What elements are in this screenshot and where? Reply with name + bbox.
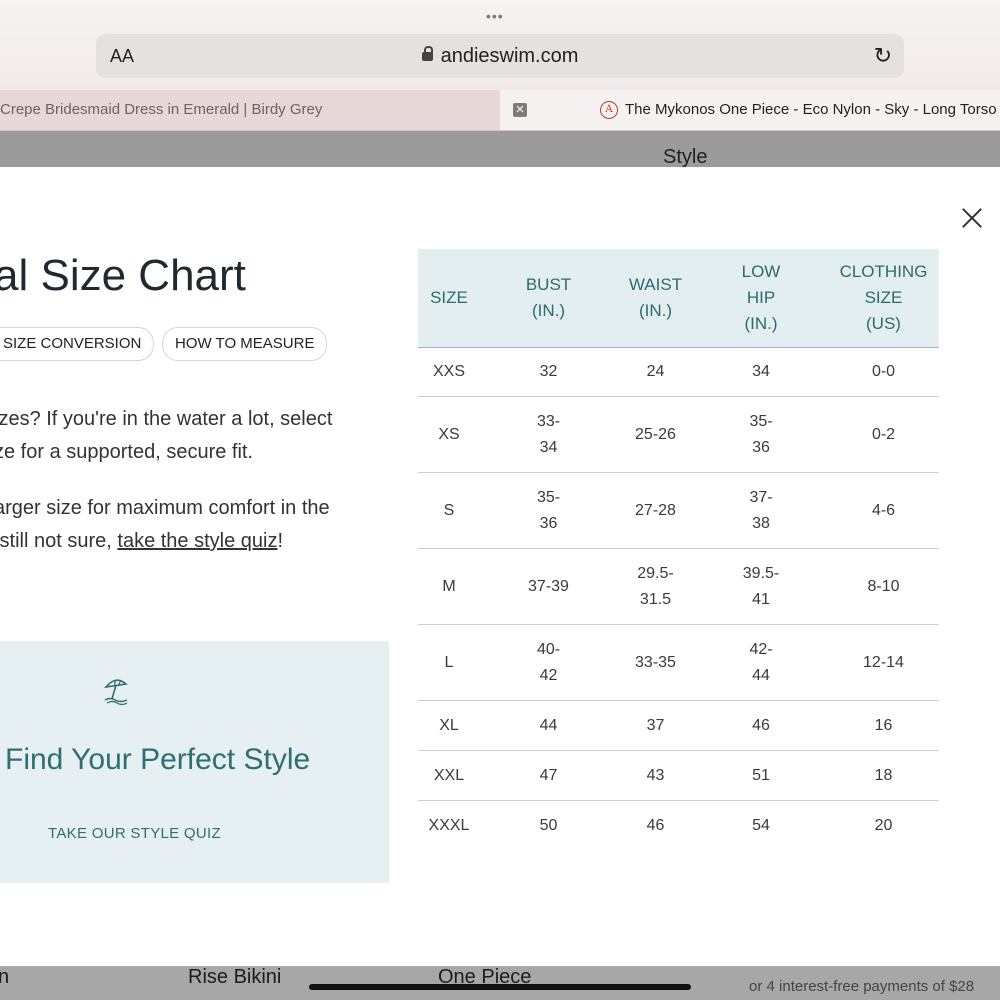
url-display[interactable]: andieswim.com [96,45,904,68]
cell-waist: 27-28 [617,472,694,549]
cell-clothing: 16 [828,700,939,751]
installments-text: or 4 interest-free payments of $28 [749,978,975,995]
screen: ••• AA andieswim.com ↻ Crepe Bridesmaid … [0,0,1000,1000]
lock-icon [421,46,433,61]
table-row: S 35- 36 27-28 37- 38 4-6 [418,472,939,549]
cell-hip: 42- 44 [694,624,828,701]
cell-waist: 46 [646,817,665,834]
reload-icon[interactable]: ↻ [874,43,892,69]
tab-title: The Mykonos One Piece - Eco Nylon - Sky … [625,101,997,118]
cell-bust: 50 [539,817,558,834]
cell-hip: 51 [694,750,828,801]
cell-clothing: 0-2 [828,396,939,473]
beach-umbrella-icon [104,679,128,705]
table-row: XXL 47 43 51 18 [418,750,939,801]
cell-bust: 33- 34 [480,396,617,473]
cell-clothing: 12-14 [828,624,939,701]
table-header-row: SIZE BUST (IN.) WAIST (IN.) LOW HIP (IN.… [418,249,939,348]
cell-size: S [418,472,480,549]
cell-waist: 29.5- 31.5 [617,548,694,625]
header-size: SIZE [418,249,480,348]
cell-bust: 47 [480,750,617,801]
cell-bust: 35- 36 [480,472,617,549]
fit-advice-paragraph-2: arger size for maximum comfort in the st… [0,492,330,558]
modal-title: al Size Chart [0,251,246,300]
home-indicator[interactable] [309,984,691,990]
cell-hip: 35- 36 [694,396,828,473]
product-label[interactable]: n [0,966,9,989]
cell-clothing: 8-10 [828,548,939,625]
cell-bust: 40- 42 [480,624,617,701]
cell-waist: 33-35 [617,624,694,701]
promo-title: Find Your Perfect Style [5,743,311,776]
tab-birdy-grey[interactable]: Crepe Bridesmaid Dress in Emerald | Bird… [0,90,500,130]
cell-waist: 37 [617,700,694,751]
cell-size: XXL [418,750,480,801]
cell-hip: 34 [694,347,828,397]
header-waist: WAIST (IN.) [617,249,694,348]
cell-waist: 24 [617,347,694,397]
paragraph-line: still not sure, take the style quiz! [0,525,330,558]
cell-clothing: 18 [828,750,939,801]
paragraph-line: ze for a supported, secure fit. [0,441,254,463]
style-quiz-link[interactable]: take the style quiz [117,530,277,552]
how-to-measure-button[interactable]: HOW TO MEASURE [162,327,328,361]
tab-title: Crepe Bridesmaid Dress in Emerald | Bird… [0,101,323,118]
cell-hip: 39.5- 41 [694,548,828,625]
cell-hip: 46 [694,700,828,751]
cell-hip: 54 [752,817,770,834]
style-quiz-promo: Find Your Perfect Style TAKE OUR STYLE Q… [0,641,389,883]
cell-size: XXXL [428,817,470,834]
andie-favicon-icon: A [600,101,618,119]
multitasking-dots[interactable]: ••• [486,8,504,24]
fit-advice-paragraph-1: izes? If you're in the water a lot, sele… [0,403,332,469]
product-label-rise-bikini[interactable]: Rise Bikini [188,966,281,989]
cell-bust: 37-39 [480,548,617,625]
cell-size: M [418,548,480,625]
header-bust: BUST (IN.) [480,249,617,348]
paragraph-text: still not sure, [0,530,118,552]
cell-hip: 37- 38 [694,472,828,549]
table-row: XXXL 50 46 54 20 [418,801,939,852]
size-chart-modal: al Size Chart SIZE CONVERSION HOW TO MEA… [0,167,1000,966]
table-row: M 37-39 29.5- 31.5 39.5- 41 8-10 [418,548,939,625]
tab-close-icon[interactable]: ✕ [513,103,527,117]
cell-size: L [418,624,480,701]
cell-bust: 44 [480,700,617,751]
cell-waist: 43 [617,750,694,801]
background-style-heading: Style [663,146,708,168]
size-conversion-button[interactable]: SIZE CONVERSION [0,327,155,361]
table-row: XL 44 37 46 16 [418,700,939,751]
take-style-quiz-link[interactable]: TAKE OUR STYLE QUIZ [48,825,221,842]
header-low-hip: LOW HIP (IN.) [694,249,828,348]
cell-size: XL [418,700,480,751]
url-text: andieswim.com [440,45,579,67]
cell-clothing: 0-0 [828,347,939,397]
close-icon[interactable] [956,203,988,235]
paragraph-line: arger size for maximum comfort in the [0,497,330,519]
paragraph-line: izes? If you're in the water a lot, sele… [0,408,333,430]
cell-clothing: 4-6 [828,472,939,549]
background-product-strip: n Rise Bikini One Piece or 4 interest-fr… [0,966,1000,1000]
cell-size: XXS [418,347,480,397]
paragraph-text: ! [277,530,284,552]
table-row: XS 33- 34 25-26 35- 36 0-2 [418,396,939,473]
tab-mykonos[interactable]: ✕ A The Mykonos One Piece - Eco Nylon - … [500,90,1000,130]
cell-size: XS [418,396,480,473]
cell-bust: 32 [480,347,617,397]
address-bar[interactable]: AA andieswim.com ↻ [96,34,904,78]
cell-clothing: 20 [874,817,893,834]
cell-waist: 25-26 [617,396,694,473]
browser-toolbar: ••• AA andieswim.com ↻ [0,0,1000,90]
table-row: XXS 32 24 34 0-0 [418,347,939,397]
size-chart-table: SIZE BUST (IN.) WAIST (IN.) LOW HIP (IN.… [418,249,939,851]
table-row: L 40- 42 33-35 42- 44 12-14 [418,624,939,701]
header-clothing-size: CLOTHING SIZE (US) [828,249,939,348]
tab-bar: Crepe Bridesmaid Dress in Emerald | Bird… [0,90,1000,131]
